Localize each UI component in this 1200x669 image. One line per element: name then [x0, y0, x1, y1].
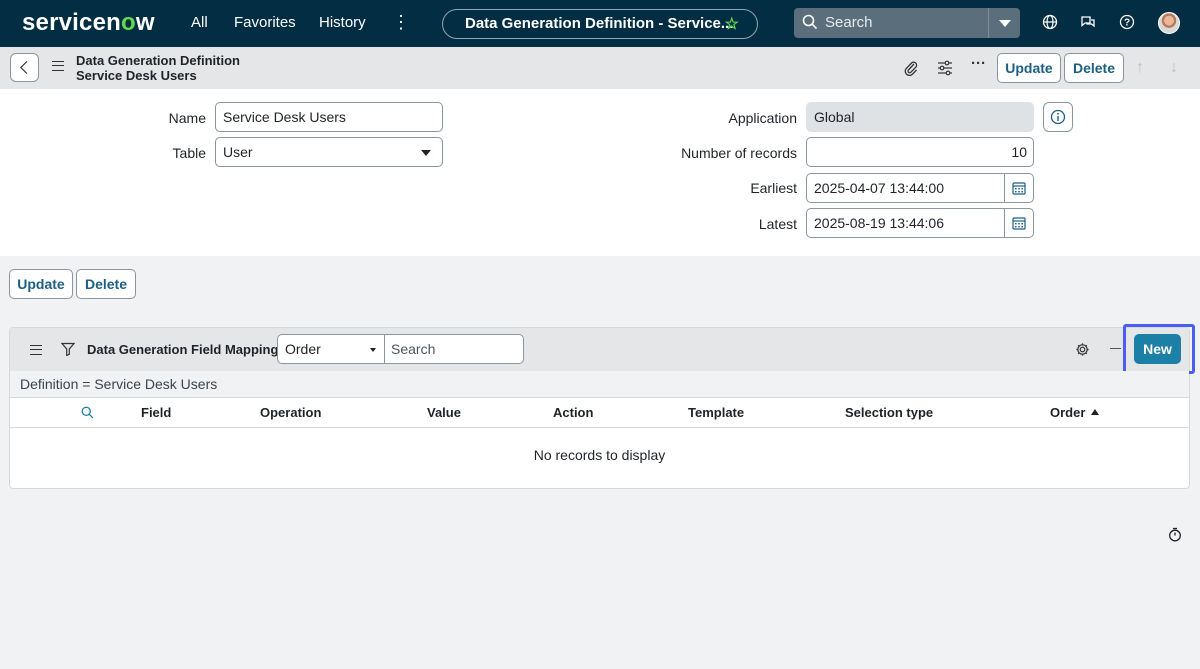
- column-header-order-label: Order: [1050, 405, 1086, 420]
- new-button[interactable]: New: [1134, 334, 1181, 364]
- name-field[interactable]: Service Desk Users: [215, 102, 443, 132]
- related-list: Data Generation Field Mappings Order Sea…: [9, 324, 1195, 489]
- search-scope-dropdown[interactable]: [988, 8, 1020, 38]
- search-column-value: Order: [285, 341, 321, 357]
- form-delete-button[interactable]: Delete: [76, 269, 136, 299]
- more-menu-icon[interactable]: ⋮: [392, 12, 410, 33]
- related-list-title: Data Generation Field Mappings: [87, 342, 286, 357]
- chevron-down-icon: [370, 348, 376, 352]
- table-header-row: Field Operation Value Action Template Se…: [10, 397, 1189, 428]
- chat-icon[interactable]: [1080, 14, 1096, 30]
- earliest-value: 2025-04-07 13:44:00: [814, 180, 944, 196]
- nav-history[interactable]: History: [319, 14, 366, 31]
- globe-icon[interactable]: [1042, 14, 1058, 30]
- latest-calendar-button[interactable]: [1004, 209, 1033, 237]
- column-header-action[interactable]: Action: [553, 405, 593, 420]
- calendar-icon: [1012, 182, 1026, 195]
- top-navigation: servicenow All Favorites History ⋮ Data …: [0, 0, 1200, 47]
- more-actions-icon[interactable]: ···: [971, 55, 986, 72]
- earliest-calendar-button[interactable]: [1004, 174, 1033, 202]
- next-record-arrow-icon[interactable]: ↓: [1170, 59, 1178, 77]
- application-info-button[interactable]: [1043, 102, 1073, 132]
- collapse-list-icon[interactable]: [1110, 348, 1121, 349]
- application-label: Application: [728, 110, 798, 126]
- number-of-records-label: Number of records: [681, 145, 797, 161]
- logo-text: servicenow: [22, 9, 155, 36]
- latest-value: 2025-08-19 13:44:06: [814, 215, 944, 231]
- chevron-down-icon: [421, 150, 431, 156]
- record-type-title: Data Generation Definition: [76, 53, 240, 68]
- column-search-icon[interactable]: [81, 406, 94, 419]
- sort-ascending-icon: [1091, 409, 1100, 415]
- earliest-label: Earliest: [750, 180, 797, 196]
- related-list-header: Data Generation Field Mappings Order Sea…: [10, 324, 1195, 374]
- record-name-title: Service Desk Users: [76, 68, 197, 83]
- info-icon: [1050, 109, 1066, 125]
- list-context-menu-icon[interactable]: [30, 345, 42, 355]
- calendar-icon: [1012, 217, 1026, 230]
- list-search-input[interactable]: Search: [384, 334, 524, 364]
- empty-state-message: No records to display: [533, 447, 666, 463]
- attachment-icon[interactable]: [904, 60, 918, 76]
- search-icon: [802, 14, 818, 30]
- context-pill[interactable]: Data Generation Definition - Service... …: [442, 9, 758, 39]
- number-of-records-field[interactable]: 10: [806, 137, 1034, 167]
- svg-text:?: ?: [1124, 18, 1130, 29]
- record-form: Name Service Desk Users Table User Appli…: [0, 89, 1200, 256]
- column-header-template[interactable]: Template: [688, 405, 744, 420]
- back-button[interactable]: [10, 53, 39, 82]
- nav-all[interactable]: All: [191, 14, 208, 31]
- column-header-selection-type[interactable]: Selection type: [845, 405, 933, 420]
- search-placeholder: Search: [825, 14, 873, 31]
- column-header-operation[interactable]: Operation: [260, 405, 321, 420]
- search-column-select[interactable]: Order: [277, 334, 385, 364]
- header-update-button[interactable]: Update: [997, 53, 1061, 83]
- response-time-icon[interactable]: [1168, 527, 1182, 542]
- column-header-order[interactable]: Order: [1050, 405, 1100, 420]
- gear-icon[interactable]: [1075, 342, 1090, 357]
- help-icon[interactable]: ?: [1119, 14, 1135, 30]
- filter-icon[interactable]: [61, 342, 75, 356]
- previous-record-arrow-icon[interactable]: ↑: [1136, 59, 1144, 77]
- earliest-field[interactable]: 2025-04-07 13:44:00: [806, 173, 1034, 203]
- nav-favorites[interactable]: Favorites: [234, 14, 296, 31]
- application-field: Global: [806, 102, 1034, 132]
- record-header: Data Generation Definition Service Desk …: [0, 47, 1200, 89]
- favorite-star-icon[interactable]: ☆: [725, 14, 739, 34]
- latest-label: Latest: [758, 216, 797, 232]
- form-update-button[interactable]: Update: [9, 269, 73, 299]
- table-select[interactable]: User: [215, 137, 443, 167]
- column-header-value[interactable]: Value: [427, 405, 461, 420]
- context-menu-icon[interactable]: [52, 61, 64, 71]
- latest-field[interactable]: 2025-08-19 13:44:06: [806, 208, 1034, 238]
- name-label: Name: [168, 110, 206, 126]
- header-delete-button[interactable]: Delete: [1064, 53, 1124, 83]
- table-label: Table: [172, 145, 206, 161]
- global-search[interactable]: Search: [794, 8, 1020, 38]
- personalize-form-icon[interactable]: [937, 60, 953, 76]
- filter-text: Definition = Service Desk Users: [20, 376, 218, 392]
- user-avatar[interactable]: [1158, 12, 1180, 34]
- column-header-field[interactable]: Field: [141, 405, 171, 420]
- servicenow-logo[interactable]: servicenow: [22, 9, 155, 37]
- table-select-value: User: [223, 144, 253, 160]
- context-pill-label: Data Generation Definition - Service...: [465, 15, 734, 32]
- filter-breadcrumb[interactable]: Definition = Service Desk Users: [10, 371, 1189, 397]
